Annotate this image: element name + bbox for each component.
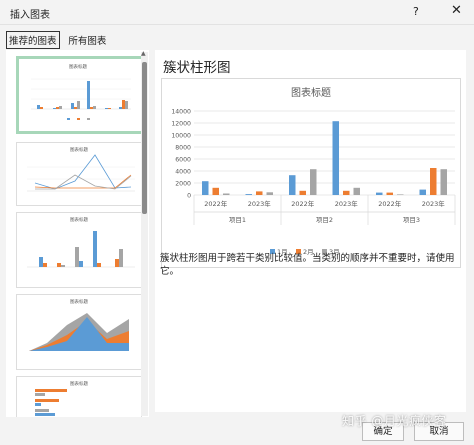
bar-1月 xyxy=(332,121,339,195)
thumbnail-chart-4: 图表标题 xyxy=(29,298,129,351)
bar-3月 xyxy=(223,193,230,195)
close-icon[interactable]: ✕ xyxy=(451,3,462,18)
thumbnail-line[interactable]: 图表标题 xyxy=(16,142,142,206)
thumbnail-clustered-column[interactable]: 图表标题 xyxy=(16,56,146,134)
thumbnail-clustered-column-alt[interactable]: 图表标题 xyxy=(16,212,142,288)
window-title: 插入图表 xyxy=(10,10,50,21)
bar-3月 xyxy=(397,194,404,195)
x-tick-label: 2022年 xyxy=(378,199,402,208)
bar-3月 xyxy=(440,169,447,195)
thumbnail-title: 图表标题 xyxy=(70,380,88,387)
chart-preview: 图表标题 0 2000 4000 6000 8000 10000 12000 14000 2022… xyxy=(161,78,461,268)
bar-2月 xyxy=(430,168,437,195)
preview-panel: 簇状柱形图 图表标题 0 2000 4000 6000 8000 10000 12000 140… xyxy=(155,50,466,412)
watermark: 知乎 @月光疯侠客 xyxy=(342,414,447,428)
x-tick-label: 2022年 xyxy=(204,199,228,208)
bar-2月 xyxy=(212,187,219,195)
thumbnail-title: 图表标题 xyxy=(70,216,88,223)
tab-bar: 推荐的图表 所有图表 xyxy=(6,31,112,49)
thumbnail-list[interactable]: 图表标题 图表标题 图表标题 图表标题 图表标题 xyxy=(6,50,149,417)
scrollbar-thumb[interactable] xyxy=(142,62,147,214)
y-tick-label: 14000 xyxy=(171,109,191,116)
group-label: 项目1 xyxy=(229,216,246,224)
chart-description: 簇状柱形图用于跨若干类别比较值。当类别的顺序并不重要时，请使用它。 xyxy=(160,253,455,277)
bar-2月 xyxy=(256,191,263,195)
thumbnail-stacked-area[interactable]: 图表标题 xyxy=(16,294,142,370)
x-tick-label: 2023年 xyxy=(248,199,272,208)
bar-3月 xyxy=(353,187,360,195)
group-label: 项目3 xyxy=(403,216,420,224)
y-tick-label: 0 xyxy=(187,193,191,200)
x-tick-label: 2023年 xyxy=(422,199,446,208)
bar-1月 xyxy=(376,192,383,195)
y-tick-label: 2000 xyxy=(175,181,191,188)
bar-3月 xyxy=(310,169,317,195)
bar-1月 xyxy=(245,194,252,195)
bar-1月 xyxy=(289,175,296,195)
thumbnail-chart-3: 图表标题 xyxy=(27,216,135,268)
thumbnail-chart-1: 图表标题 xyxy=(31,63,131,120)
group-label: 项目2 xyxy=(316,216,333,224)
y-tick-label: 6000 xyxy=(175,157,191,164)
thumbnail-chart-2: 图表标题 xyxy=(27,146,135,192)
bar-3月 xyxy=(266,192,273,195)
y-tick-label: 4000 xyxy=(175,169,191,176)
tab-all-charts[interactable]: 所有图表 xyxy=(66,32,108,48)
bar-1月 xyxy=(419,189,426,195)
bar-2月 xyxy=(299,190,306,195)
title-bar: 插入图表 ? ✕ xyxy=(0,0,474,25)
chart-title: 图表标题 xyxy=(291,86,331,99)
tab-recommended-charts[interactable]: 推荐的图表 xyxy=(6,31,60,49)
chart-type-name: 簇状柱形图 xyxy=(163,60,231,76)
thumbnail-clustered-bar[interactable]: 图表标题 xyxy=(16,376,142,417)
y-tick-label: 12000 xyxy=(171,121,191,128)
thumbnail-title: 图表标题 xyxy=(70,298,88,305)
x-tick-label: 2022年 xyxy=(291,199,315,208)
x-tick-label: 2023年 xyxy=(335,199,359,208)
chart-svg: 图表标题 0 2000 4000 6000 8000 10000 12000 14000 2022… xyxy=(171,86,456,256)
thumbnail-title: 图表标题 xyxy=(69,63,87,70)
scroll-up-arrow-icon[interactable]: ▲ xyxy=(141,50,146,57)
bar-2月 xyxy=(386,192,393,195)
y-tick-label: 8000 xyxy=(175,145,191,152)
thumbnail-chart-5: 图表标题 xyxy=(35,380,88,416)
y-tick-label: 10000 xyxy=(171,133,191,140)
thumbnail-title: 图表标题 xyxy=(70,146,88,153)
bar-1月 xyxy=(202,181,209,195)
help-icon[interactable]: ? xyxy=(413,5,419,18)
bar-2月 xyxy=(343,190,350,195)
